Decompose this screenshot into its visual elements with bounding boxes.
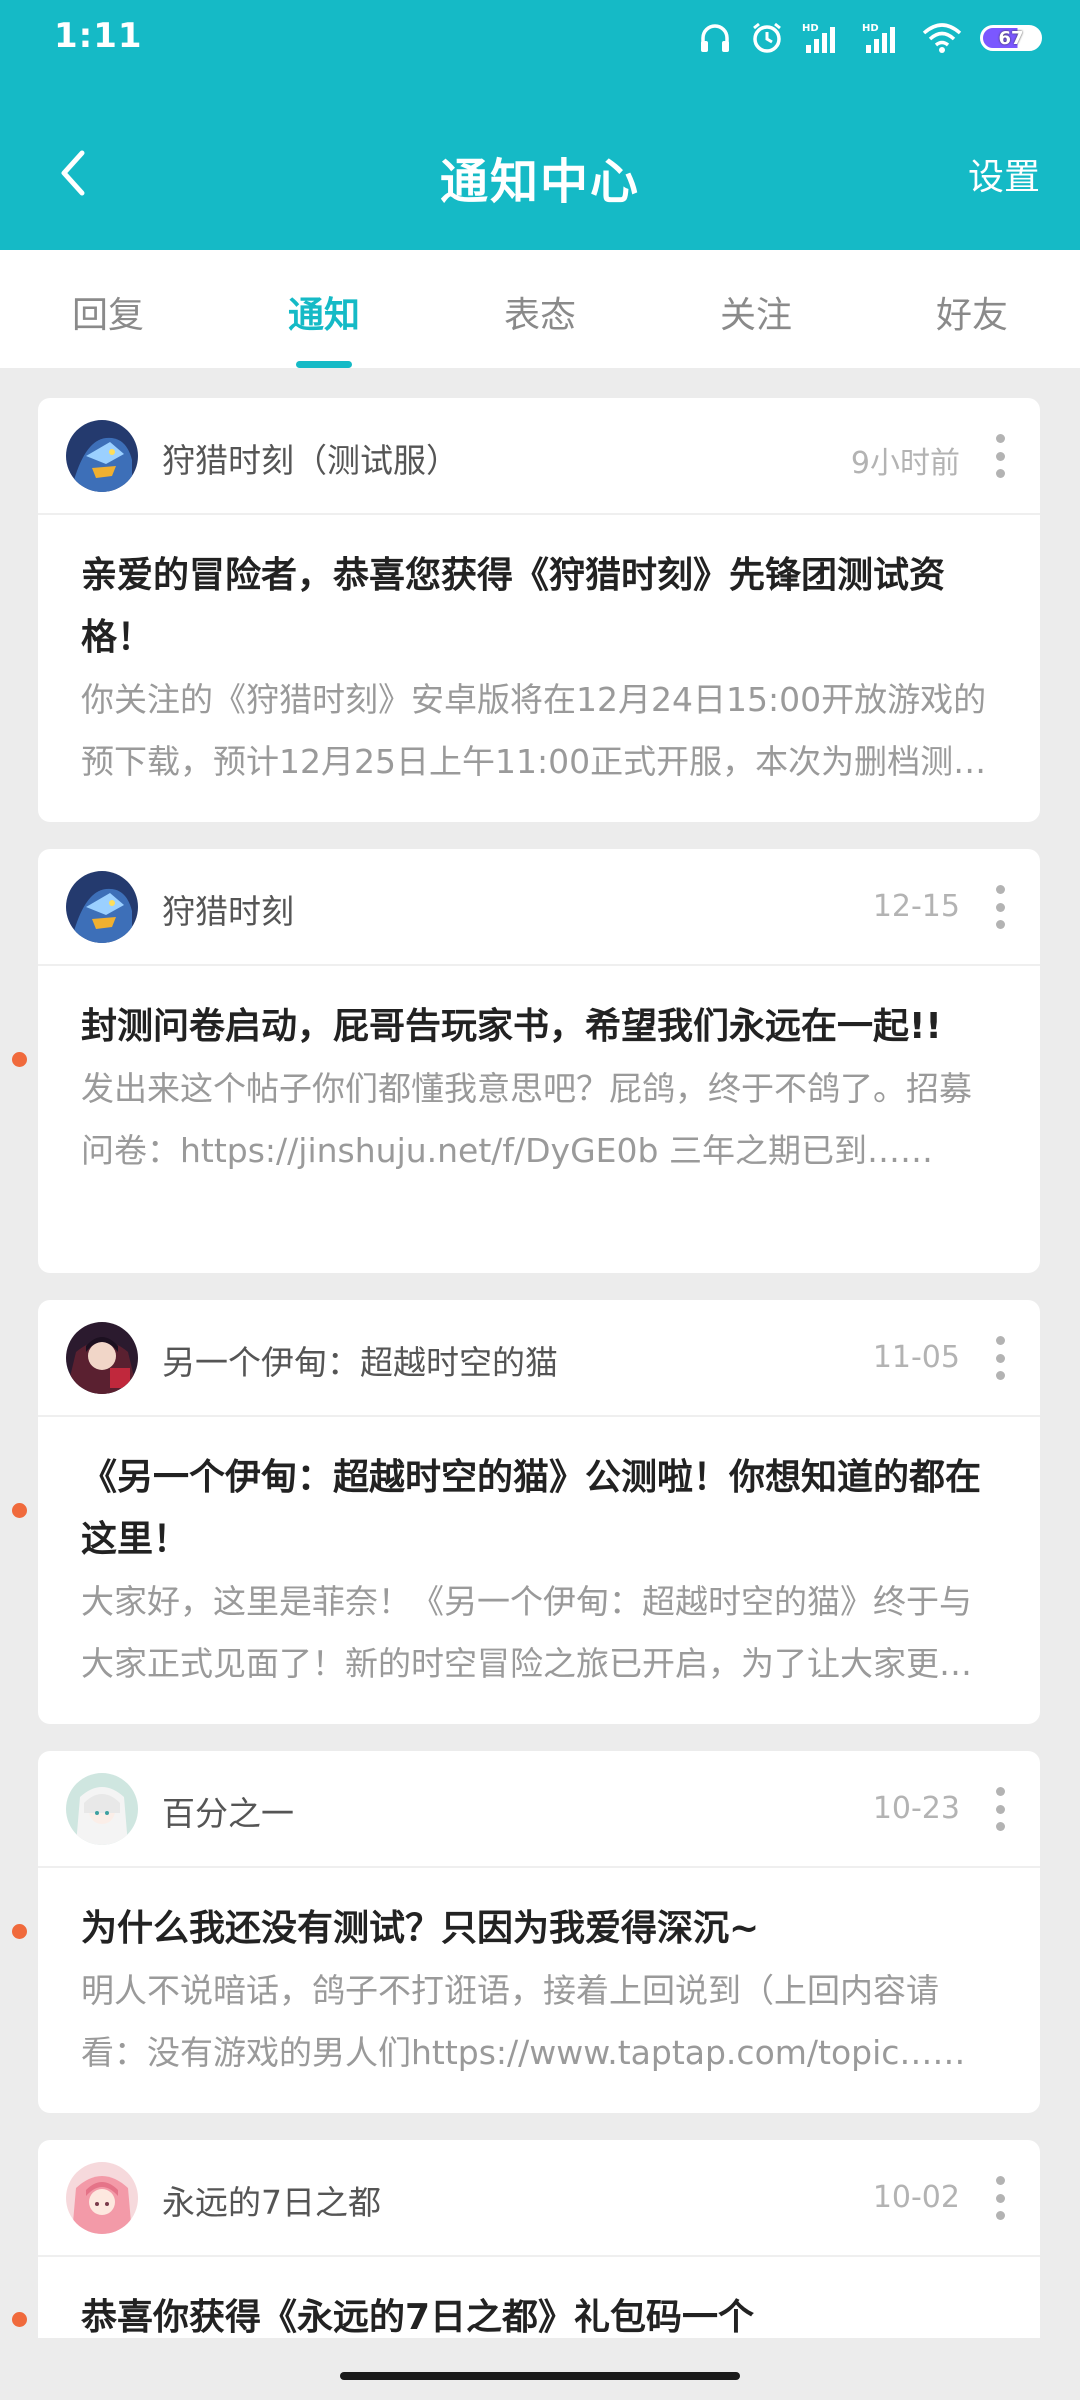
hd-signal-icon: HD xyxy=(802,23,835,53)
svg-text:HD: HD xyxy=(802,23,819,34)
more-options-icon[interactable] xyxy=(990,885,1010,929)
tab-replies[interactable]: 回复 xyxy=(0,250,216,368)
timestamp: 10-02 xyxy=(872,2180,960,2215)
avatar[interactable] xyxy=(66,871,138,943)
notification-card[interactable]: 狩猎时刻（测试服） 9小时前 亲爱的冒险者，恭喜您获得《狩猎时刻》先锋团测试资格… xyxy=(38,398,1040,822)
timestamp: 10-23 xyxy=(872,1791,960,1826)
status-icons: HD HD 67 xyxy=(698,18,1042,58)
nav-bar: 通知中心 设置 xyxy=(0,120,1080,230)
notification-title[interactable]: 封测问卷启动，屁哥告玩家书，希望我们永远在一起!! xyxy=(81,996,996,1058)
tab-following[interactable]: 关注 xyxy=(648,250,864,368)
notification-card[interactable]: 永远的7日之都 10-02 恭喜你获得《永远的7日之都》礼包码一个 xyxy=(38,2140,1040,2338)
unread-dot xyxy=(12,1924,27,1939)
settings-button[interactable]: 设置 xyxy=(968,148,1040,200)
notification-excerpt[interactable]: 大家好，这里是菲奈！《另一个伊甸：超越时空的猫》终于与大家正式见面了！新的时空冒… xyxy=(81,1571,996,1695)
notification-title[interactable]: 恭喜你获得《永远的7日之都》礼包码一个 xyxy=(81,2287,996,2338)
card-header: 永远的7日之都 10-02 xyxy=(38,2140,1040,2257)
notification-feed[interactable]: 狩猎时刻（测试服） 9小时前 亲爱的冒险者，恭喜您获得《狩猎时刻》先锋团测试资格… xyxy=(0,368,1080,2338)
more-options-icon[interactable] xyxy=(990,1336,1010,1380)
avatar[interactable] xyxy=(66,1322,138,1394)
tab-friends[interactable]: 好友 xyxy=(864,250,1080,368)
timestamp: 11-05 xyxy=(872,1340,960,1375)
card-header: 狩猎时刻 12-15 xyxy=(38,849,1040,966)
avatar[interactable] xyxy=(66,2162,138,2234)
status-bar: 1:11 HD HD 67 xyxy=(0,0,1080,76)
unread-dot xyxy=(12,2312,27,2327)
timestamp: 12-15 xyxy=(872,889,960,924)
source-name[interactable]: 百分之一 xyxy=(162,1787,294,1835)
source-name[interactable]: 狩猎时刻（测试服） xyxy=(162,434,459,482)
headphones-icon xyxy=(701,24,729,52)
notification-title[interactable]: 为什么我还没有测试？只因为我爱得深沉~ xyxy=(81,1898,996,1960)
app-header: 1:11 HD HD 67 通知中心 设置 xyxy=(0,0,1080,250)
unread-dot xyxy=(12,1052,27,1067)
tab-bar: 回复 通知 表态 关注 好友 xyxy=(0,250,1080,368)
bottom-strip xyxy=(0,2338,1080,2400)
status-time: 1:11 xyxy=(54,16,143,56)
card-header: 狩猎时刻（测试服） 9小时前 xyxy=(38,398,1040,515)
avatar[interactable] xyxy=(66,420,138,492)
home-indicator[interactable] xyxy=(340,2372,740,2380)
more-options-icon[interactable] xyxy=(990,2176,1010,2220)
notification-card[interactable]: 百分之一 10-23 为什么我还没有测试？只因为我爱得深沉~ 明人不说暗话，鸽子… xyxy=(38,1751,1040,2113)
more-options-icon[interactable] xyxy=(990,1787,1010,1831)
battery-icon: 67 xyxy=(980,25,1042,51)
source-name[interactable]: 永远的7日之都 xyxy=(162,2176,381,2224)
card-header: 百分之一 10-23 xyxy=(38,1751,1040,1868)
notification-card[interactable]: 另一个伊甸：超越时空的猫 11-05 《另一个伊甸：超越时空的猫》公测啦！你想知… xyxy=(38,1300,1040,1724)
tab-notifications[interactable]: 通知 xyxy=(216,250,432,368)
hd-signal-icon: HD xyxy=(862,23,895,53)
source-name[interactable]: 狩猎时刻 xyxy=(162,885,294,933)
source-name[interactable]: 另一个伊甸：超越时空的猫 xyxy=(162,1336,558,1384)
notification-card[interactable]: 狩猎时刻 12-15 封测问卷启动，屁哥告玩家书，希望我们永远在一起!! 发出来… xyxy=(38,849,1040,1273)
notification-title[interactable]: 《另一个伊甸：超越时空的猫》公测啦！你想知道的都在这里！ xyxy=(81,1447,996,1571)
unread-dot xyxy=(12,1503,27,1518)
svg-text:HD: HD xyxy=(862,23,879,34)
battery-level: 67 xyxy=(998,27,1024,49)
notification-excerpt[interactable]: 你关注的《狩猎时刻》安卓版将在12月24日15:00开放游戏的预下载，预计12月… xyxy=(81,669,996,793)
card-header: 另一个伊甸：超越时空的猫 11-05 xyxy=(38,1300,1040,1417)
more-options-icon[interactable] xyxy=(990,434,1010,478)
notification-excerpt[interactable]: 发出来这个帖子你们都懂我意思吧？屁鸽，终于不鸽了。招募问卷：https://ji… xyxy=(81,1058,996,1182)
page-title: 通知中心 xyxy=(439,154,640,210)
avatar[interactable] xyxy=(66,1773,138,1845)
tab-reactions[interactable]: 表态 xyxy=(432,250,648,368)
alarm-icon xyxy=(753,22,781,53)
notification-title[interactable]: 亲爱的冒险者，恭喜您获得《狩猎时刻》先锋团测试资格！ xyxy=(81,545,996,669)
timestamp: 9小时前 xyxy=(850,446,960,481)
notification-excerpt[interactable]: 明人不说暗话，鸽子不打诳语，接着上回说到（上回内容请看：没有游戏的男人们http… xyxy=(81,1960,996,2084)
wifi-icon xyxy=(922,23,962,53)
